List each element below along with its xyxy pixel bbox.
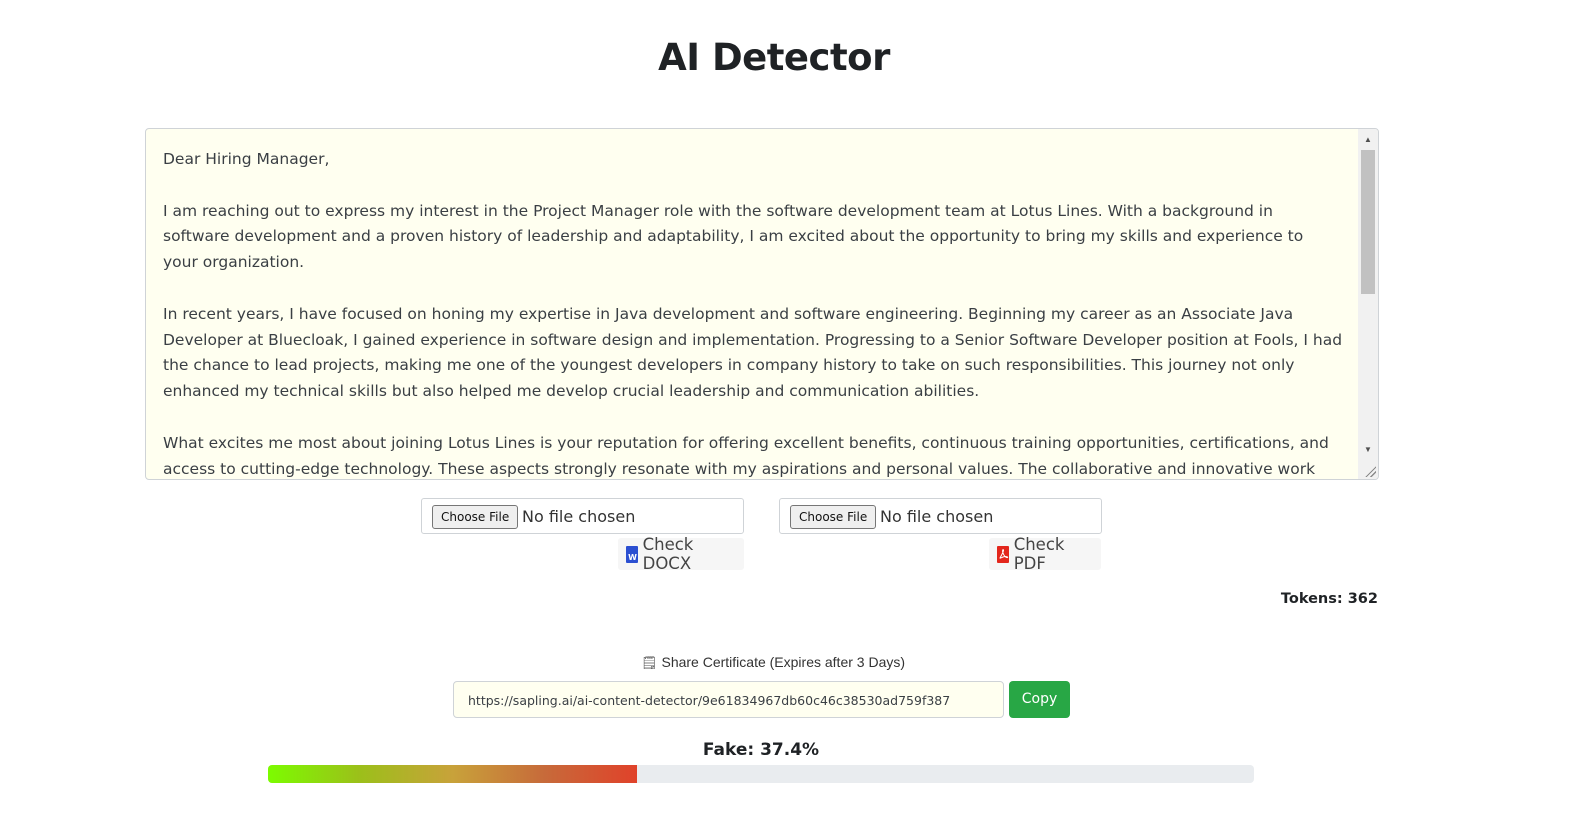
check-pdf-label: Check PDF (1013, 535, 1065, 573)
pdf-file-status: No file chosen (880, 507, 994, 526)
scroll-up-arrow-icon[interactable]: ▲ (1358, 131, 1378, 149)
docx-file-input[interactable]: Choose File No file chosen (421, 498, 744, 534)
check-docx-button[interactable]: W Check DOCX (618, 535, 744, 573)
editor-content[interactable]: Dear Hiring Manager, I am reaching out t… (163, 147, 1343, 479)
scroll-down-arrow-icon[interactable]: ▼ (1358, 441, 1378, 459)
docx-choose-file-button[interactable]: Choose File (432, 505, 519, 529)
word-doc-icon: W (626, 545, 638, 563)
resize-grip-icon[interactable] (1364, 465, 1376, 477)
editor-paragraph: What excites me most about joining Lotus… (163, 433, 1329, 478)
certificate-url-field[interactable]: https://sapling.ai/ai-content-detector/9… (453, 681, 1004, 718)
pdf-choose-file-button[interactable]: Choose File (790, 505, 877, 529)
fake-score-label: Fake: 37.4% (702, 740, 820, 760)
editor-paragraph: In recent years, I have focused on honin… (163, 304, 1343, 401)
fake-score-progress-bar (268, 765, 1254, 783)
share-certificate-text: Share Certificate (Expires after 3 Days) (661, 654, 906, 670)
check-pdf-button[interactable]: Check PDF (989, 535, 1101, 573)
page-title: AI Detector (658, 36, 890, 79)
check-docx-label: Check DOCX (642, 535, 694, 573)
scroll-thumb[interactable] (1361, 150, 1375, 294)
fake-score-progress-fill (268, 765, 637, 783)
pdf-file-input[interactable]: Choose File No file chosen (779, 498, 1102, 534)
editor-paragraph: I am reaching out to express my interest… (163, 201, 1304, 272)
word-doc-icon-glyph: W (628, 552, 637, 562)
share-certificate-label: 🗒 Share Certificate (Expires after 3 Days… (0, 654, 1546, 671)
certificate-icon: 🗒 (640, 655, 658, 670)
pdf-doc-icon (997, 545, 1009, 563)
copy-button[interactable]: Copy (1009, 681, 1070, 718)
editor-scrollbar[interactable]: ▲ ▼ (1358, 129, 1378, 479)
editor-paragraph: Dear Hiring Manager, (163, 150, 330, 168)
text-editor[interactable]: Dear Hiring Manager, I am reaching out t… (145, 128, 1379, 480)
docx-file-status: No file chosen (522, 507, 636, 526)
token-count: Tokens: 362 (1280, 591, 1378, 607)
